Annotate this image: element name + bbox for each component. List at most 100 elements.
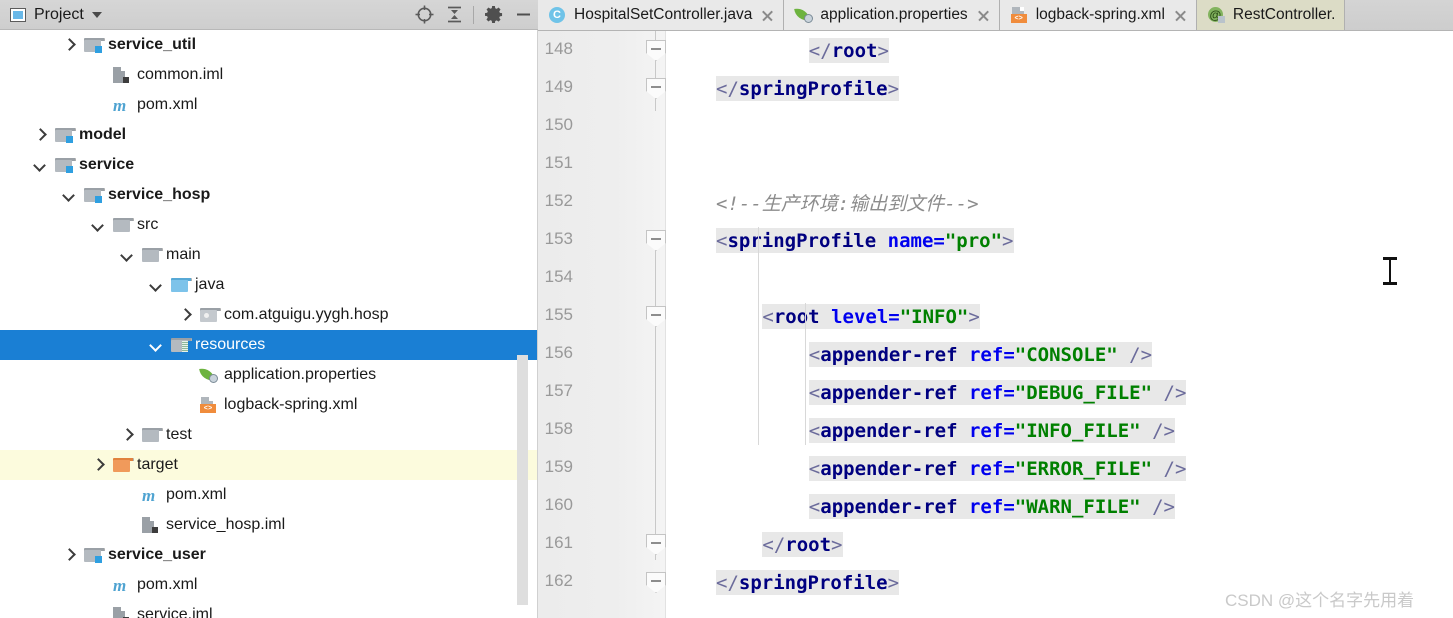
code-line[interactable]: </springProfile> bbox=[716, 69, 900, 107]
chevron-down-icon[interactable] bbox=[33, 158, 47, 172]
code-token-brk: > bbox=[831, 533, 843, 556]
code-token-tagname: root bbox=[773, 305, 820, 328]
chevron-down-icon[interactable] bbox=[62, 188, 76, 202]
code-token-eq: = bbox=[1003, 419, 1015, 442]
editor-code-view[interactable]: </root> </springProfile> <!--生产环境:输出到文件-->… bbox=[666, 31, 1453, 618]
editor-tab-label: RestController. bbox=[1232, 6, 1336, 23]
chevron-down-icon[interactable] bbox=[91, 218, 105, 232]
editor-tab-hospitalsetcontroller-java[interactable]: C HospitalSetController.java bbox=[538, 0, 785, 30]
code-token-val: "WARN_FILE" bbox=[1014, 495, 1141, 518]
tree-item-java[interactable]: java bbox=[0, 270, 538, 300]
code-line[interactable]: <appender-ref ref="DEBUG_FILE" /> bbox=[808, 373, 1187, 411]
code-token-eq: = bbox=[933, 229, 945, 252]
tree-item-pom-xml[interactable]: m pom.xml bbox=[0, 90, 538, 120]
tree-item-service-hosp-iml[interactable]: service_hosp.iml bbox=[0, 510, 538, 540]
code-token-brk: /> bbox=[1129, 343, 1153, 366]
close-icon[interactable] bbox=[761, 9, 774, 22]
code-tokens: <appender-ref ref="WARN_FILE" /> bbox=[808, 493, 1175, 519]
code-token-brk: < bbox=[808, 495, 821, 518]
code-tokens: </root> bbox=[762, 531, 843, 557]
editor-tab-restcontroller[interactable]: @ RestController. bbox=[1196, 0, 1346, 30]
code-line[interactable]: </springProfile> bbox=[716, 563, 900, 601]
chevron-down-icon[interactable] bbox=[91, 11, 102, 18]
fold-collapse-icon[interactable] bbox=[646, 572, 666, 593]
tree-item-com-atguigu-yygh-hosp[interactable]: com.atguigu.yygh.hosp bbox=[0, 300, 538, 330]
editor-tab-label: logback-spring.xml bbox=[1035, 6, 1165, 23]
code-token-tagname: appender-ref bbox=[820, 457, 958, 480]
tree-item-logback-spring-xml[interactable]: <> logback-spring.xml bbox=[0, 390, 538, 420]
chevron-down-icon[interactable] bbox=[149, 278, 163, 292]
code-line[interactable]: <appender-ref ref="CONSOLE" /> bbox=[808, 335, 1153, 373]
tree-item-service-iml[interactable]: service.iml bbox=[0, 600, 538, 618]
spring-properties-icon bbox=[794, 7, 814, 23]
code-line[interactable]: <!--生产环境:输出到文件--> bbox=[716, 183, 979, 221]
fold-rail bbox=[655, 237, 656, 560]
tree-item-service-user[interactable]: service_user bbox=[0, 540, 538, 570]
tree-item-label: service.iml bbox=[137, 606, 213, 618]
minimize-icon[interactable] bbox=[508, 1, 538, 29]
code-token-brk: /> bbox=[1163, 381, 1187, 404]
fold-collapse-icon[interactable] bbox=[646, 306, 666, 327]
code-line[interactable]: <springProfile name="pro"> bbox=[716, 221, 1014, 259]
chevron-right-icon[interactable] bbox=[91, 458, 105, 472]
chevron-down-icon[interactable] bbox=[120, 248, 134, 262]
fold-collapse-icon[interactable] bbox=[646, 230, 666, 251]
tree-item-pom-xml[interactable]: m pom.xml bbox=[0, 570, 538, 600]
xml-file-icon: <> bbox=[200, 397, 218, 413]
chevron-right-icon[interactable] bbox=[62, 548, 76, 562]
tree-item-service[interactable]: service bbox=[0, 150, 538, 180]
fold-collapse-icon[interactable] bbox=[646, 534, 666, 555]
chevron-right-icon[interactable] bbox=[120, 428, 134, 442]
chevron-down-icon[interactable] bbox=[149, 338, 163, 352]
chevron-right-icon[interactable] bbox=[178, 308, 192, 322]
chevron-right-icon[interactable] bbox=[33, 128, 47, 142]
tree-item-label: pom.xml bbox=[166, 486, 227, 503]
code-tokens: <appender-ref ref="ERROR_FILE" /> bbox=[808, 455, 1187, 481]
code-tokens: <!--生产环境:输出到文件--> bbox=[716, 189, 979, 216]
tree-item-pom-xml[interactable]: m pom.xml bbox=[0, 480, 538, 510]
tree-item-label: resources bbox=[195, 336, 266, 353]
tree-item-target[interactable]: target bbox=[0, 450, 538, 480]
fold-collapse-icon[interactable] bbox=[646, 78, 666, 99]
close-icon[interactable] bbox=[1174, 9, 1187, 22]
line-number: 157 bbox=[544, 381, 573, 400]
gear-icon[interactable] bbox=[478, 1, 508, 29]
tree-item-main[interactable]: main bbox=[0, 240, 538, 270]
code-line[interactable]: <root level="INFO"> bbox=[762, 297, 980, 335]
tree-item-service-hosp[interactable]: service_hosp bbox=[0, 180, 538, 210]
code-line[interactable]: <appender-ref ref="ERROR_FILE" /> bbox=[808, 449, 1187, 487]
tree-item-test[interactable]: test bbox=[0, 420, 538, 450]
close-icon[interactable] bbox=[977, 9, 990, 22]
code-token-brk: < bbox=[716, 229, 728, 252]
line-number: 156 bbox=[544, 343, 573, 362]
editor-tab-application-properties[interactable]: application.properties bbox=[784, 0, 1000, 30]
fold-collapse-icon[interactable] bbox=[646, 40, 666, 61]
line-number: 152 bbox=[544, 191, 573, 210]
chevron-right-icon[interactable] bbox=[62, 38, 76, 52]
tree-item-label: main bbox=[166, 246, 201, 263]
code-line[interactable]: </root> bbox=[808, 31, 889, 69]
tree-item-model[interactable]: model bbox=[0, 120, 538, 150]
locate-target-icon[interactable] bbox=[409, 1, 439, 29]
code-line[interactable]: <appender-ref ref="WARN_FILE" /> bbox=[808, 487, 1175, 525]
line-number: 159 bbox=[544, 457, 573, 476]
tree-item-application-properties[interactable]: application.properties bbox=[0, 360, 538, 390]
tree-item-resources[interactable]: resources bbox=[0, 330, 538, 360]
tree-item-src[interactable]: src bbox=[0, 210, 538, 240]
code-line[interactable]: </root> bbox=[762, 525, 843, 563]
code-token-val: "INFO_FILE" bbox=[1014, 419, 1141, 442]
project-tree[interactable]: service_util common.iml m pom.xml model servi… bbox=[0, 30, 538, 618]
collapse-all-icon[interactable] bbox=[439, 1, 469, 29]
tree-item-common-iml[interactable]: common.iml bbox=[0, 60, 538, 90]
code-line[interactable]: <appender-ref ref="INFO_FILE" /> bbox=[808, 411, 1175, 449]
tree-item-service-util[interactable]: service_util bbox=[0, 30, 538, 60]
editor-gutter[interactable]: 148 149 150 151 152 153 154 155 156 157 158 159 160 1… bbox=[538, 31, 666, 618]
code-token-brk: > bbox=[887, 571, 900, 594]
code-tokens: <appender-ref ref="CONSOLE" /> bbox=[808, 341, 1153, 367]
code-tokens: <springProfile name="pro"> bbox=[716, 227, 1014, 253]
maven-pom-icon: m bbox=[113, 95, 127, 115]
tree-item-label: service_user bbox=[108, 546, 206, 563]
editor-tab-logback-spring-xml[interactable]: <> logback-spring.xml bbox=[999, 0, 1197, 30]
